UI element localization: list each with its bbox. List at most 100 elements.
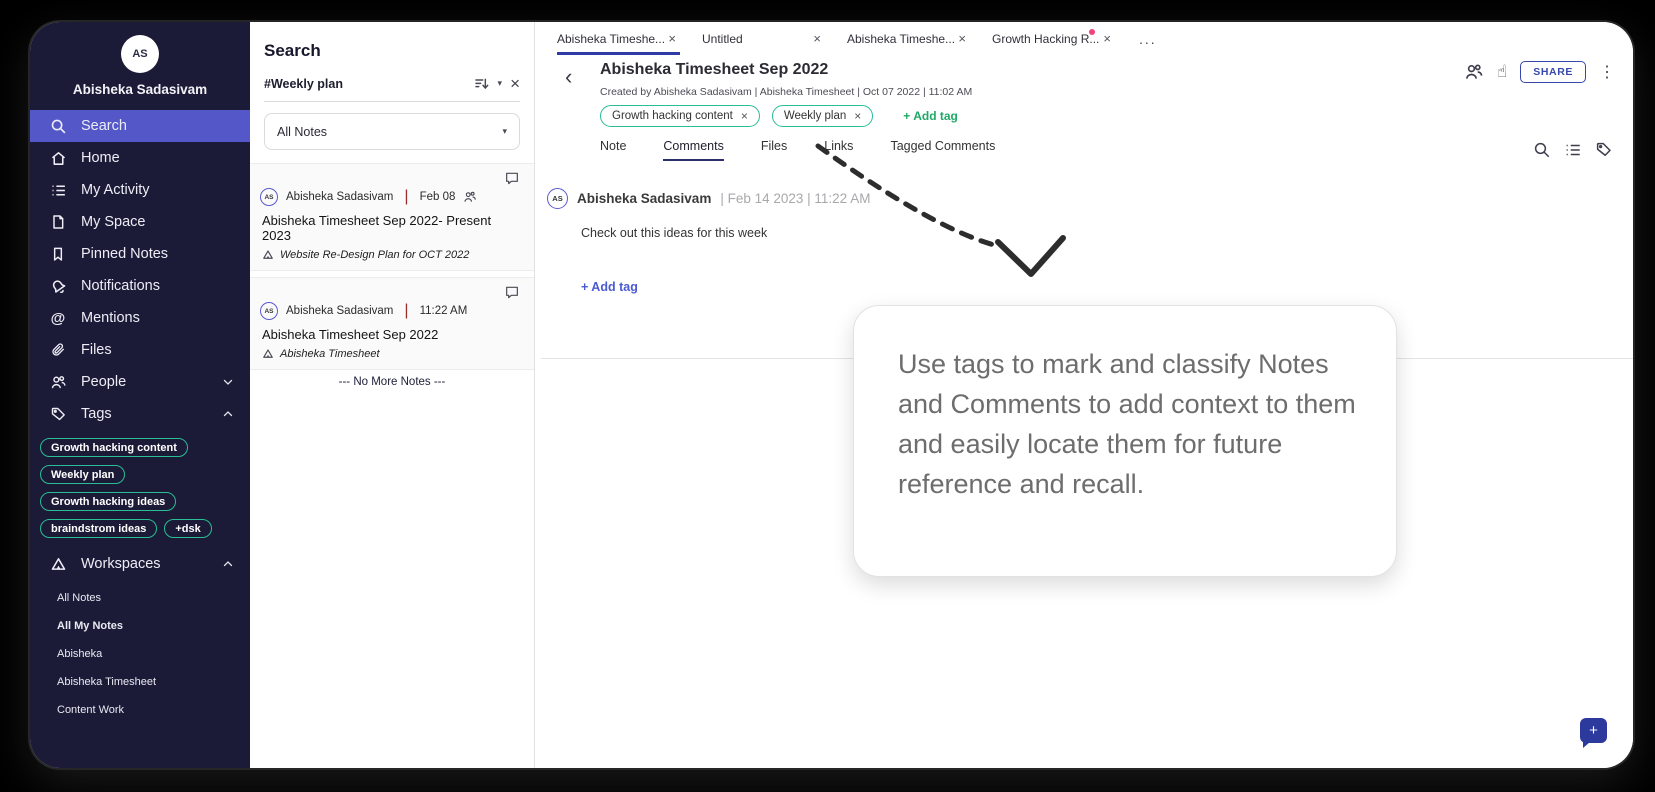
pointer-hand-icon[interactable]: ☝ xyxy=(1497,62,1507,82)
sidebar-tag-pill[interactable]: braindstrom ideas xyxy=(40,519,158,538)
sidebar-item-my-space[interactable]: My Space xyxy=(30,206,250,238)
sidebar-tag-pill[interactable]: Growth hacking content xyxy=(40,438,188,457)
doc-tab[interactable]: Growth Hacking R... × xyxy=(980,22,1125,55)
sidebar-item-my-activity[interactable]: My Activity xyxy=(30,174,250,206)
doc-tab[interactable]: Abisheka Timeshe... × xyxy=(835,22,980,55)
avatar: AS xyxy=(260,302,278,320)
collaborators-icon[interactable] xyxy=(1464,62,1484,82)
tag-icon[interactable] xyxy=(1595,141,1613,159)
comment-bubble-icon[interactable] xyxy=(504,284,520,300)
result-workspace: Website Re-Design Plan for OCT 2022 xyxy=(280,249,470,261)
back-button[interactable]: ‹ xyxy=(565,66,572,88)
workspace-link[interactable]: Abisheka Timesheet xyxy=(30,668,250,696)
sidebar-item-label: My Space xyxy=(81,214,146,230)
sidebar-item-mentions[interactable]: @ Mentions xyxy=(30,302,250,334)
sort-icon[interactable] xyxy=(474,76,490,92)
doc-tab[interactable]: Untitled × xyxy=(690,22,835,55)
sort-caret-icon[interactable]: ▾ xyxy=(498,78,503,89)
sidebar-tag-pill[interactable]: +dsk xyxy=(164,519,212,538)
user-name: Abisheka Sadasivam xyxy=(72,82,208,97)
remove-tag-icon[interactable]: × xyxy=(854,109,861,123)
more-tabs-button[interactable]: ... xyxy=(1139,31,1157,47)
sidebar-section-workspaces[interactable]: Workspaces xyxy=(30,548,250,580)
result-time: Feb 08 xyxy=(419,191,456,203)
doc-tab-label: Untitled xyxy=(702,31,743,46)
comment-toolbar xyxy=(1533,141,1613,159)
close-icon[interactable]: × xyxy=(813,31,821,46)
tab-comments[interactable]: Comments xyxy=(663,139,724,161)
app-window: AS Abisheka Sadasivam Search Home My Act… xyxy=(30,22,1633,768)
more-options-icon[interactable]: ⋮ xyxy=(1599,62,1615,82)
close-icon[interactable]: × xyxy=(668,31,676,46)
main-content: Abisheka Timeshe... × Untitled × Abishek… xyxy=(535,22,1633,768)
new-comment-button[interactable]: + xyxy=(1580,718,1607,748)
sidebar-item-label: Workspaces xyxy=(81,556,161,572)
chevron-up-icon xyxy=(223,561,233,567)
plus-icon: + xyxy=(1589,722,1598,739)
sidebar-item-label: Mentions xyxy=(81,310,140,326)
sidebar-item-label: Home xyxy=(81,150,120,166)
sidebar-section-tags[interactable]: Tags xyxy=(30,398,250,430)
tooltip-text: Use tags to mark and classify Notes and … xyxy=(898,349,1356,499)
result-author: Abisheka Sadasivam xyxy=(286,305,394,317)
comment-header: AS Abisheka Sadasivam | Feb 14 2023 | 11… xyxy=(547,188,870,209)
sidebar-item-notifications[interactable]: Notifications xyxy=(30,270,250,302)
search-result-item[interactable]: AS Abisheka Sadasivam | Feb 08 Abisheka … xyxy=(250,163,534,271)
document-tag-pill[interactable]: Growth hacking content × xyxy=(600,105,760,127)
chevron-up-icon xyxy=(223,411,233,417)
tag-label: Weekly plan xyxy=(783,110,847,122)
remove-tag-icon[interactable]: × xyxy=(741,109,748,123)
workspace-link[interactable]: All Notes xyxy=(30,584,250,612)
sidebar-item-label: My Activity xyxy=(81,182,150,198)
sidebar-item-home[interactable]: Home xyxy=(30,142,250,174)
sidebar-section-people[interactable]: People xyxy=(30,366,250,398)
workspace-link[interactable]: All My Notes xyxy=(30,612,250,640)
sidebar-item-pinned-notes[interactable]: Pinned Notes xyxy=(30,238,250,270)
workspace-link[interactable]: Content Work xyxy=(30,696,250,724)
view-tabs: Note Comments Files Links Tagged Comment… xyxy=(600,139,995,161)
notes-filter-value: All Notes xyxy=(277,124,328,139)
avatar[interactable]: AS xyxy=(121,35,159,73)
workspace-icon xyxy=(262,348,274,360)
notes-filter-dropdown[interactable]: All Notes ▾ xyxy=(264,113,520,150)
sidebar-tag-pill[interactable]: Weekly plan xyxy=(40,465,126,484)
bell-icon xyxy=(49,277,67,295)
tag-label: Growth hacking content xyxy=(612,110,733,122)
close-icon[interactable]: × xyxy=(1103,31,1111,46)
document-tag-pill[interactable]: Weekly plan × xyxy=(771,105,874,127)
paperclip-icon xyxy=(49,341,67,359)
add-tag-button[interactable]: + Add tag xyxy=(903,109,958,123)
search-comments-icon[interactable] xyxy=(1533,141,1551,159)
search-result-item[interactable]: AS Abisheka Sadasivam | 11:22 AM Abishek… xyxy=(250,277,534,370)
search-input[interactable]: #Weekly plan xyxy=(264,77,466,91)
result-workspace: Abisheka Timesheet xyxy=(280,348,380,360)
close-icon[interactable]: × xyxy=(958,31,966,46)
comment-bubble-icon[interactable] xyxy=(504,170,520,186)
tab-note[interactable]: Note xyxy=(600,139,626,161)
comment-add-tag-button[interactable]: + Add tag xyxy=(581,280,638,294)
result-author: Abisheka Sadasivam xyxy=(286,191,394,203)
tab-files[interactable]: Files xyxy=(761,139,787,161)
doc-tab[interactable]: Abisheka Timeshe... × xyxy=(545,22,690,55)
tab-links[interactable]: Links xyxy=(824,139,853,161)
sidebar-item-label: Tags xyxy=(81,406,112,422)
search-results: AS Abisheka Sadasivam | Feb 08 Abisheka … xyxy=(250,163,534,388)
tag-icon xyxy=(49,405,67,423)
comment-timestamp: | Feb 14 2023 | 11:22 AM xyxy=(720,191,871,206)
sidebar-tag-pill[interactable]: Growth hacking ideas xyxy=(40,492,177,511)
sidebar-item-label: Files xyxy=(81,342,112,358)
share-button[interactable]: SHARE xyxy=(1520,61,1586,83)
profile: AS Abisheka Sadasivam xyxy=(30,22,250,97)
sidebar-item-files[interactable]: Files xyxy=(30,334,250,366)
at-icon: @ xyxy=(50,309,66,327)
clear-search-icon[interactable]: × xyxy=(510,75,520,92)
sidebar-item-search[interactable]: Search xyxy=(30,110,250,142)
workspace-link[interactable]: Abisheka xyxy=(30,640,250,668)
tab-tagged-comments[interactable]: Tagged Comments xyxy=(890,139,995,161)
workspace-icon xyxy=(49,555,67,573)
doc-tab-label: Abisheka Timeshe... xyxy=(847,31,956,46)
filter-list-icon[interactable] xyxy=(1564,141,1582,159)
result-time: 11:22 AM xyxy=(419,305,468,317)
comment-author: Abisheka Sadasivam xyxy=(577,191,712,206)
avatar: AS xyxy=(547,188,568,209)
